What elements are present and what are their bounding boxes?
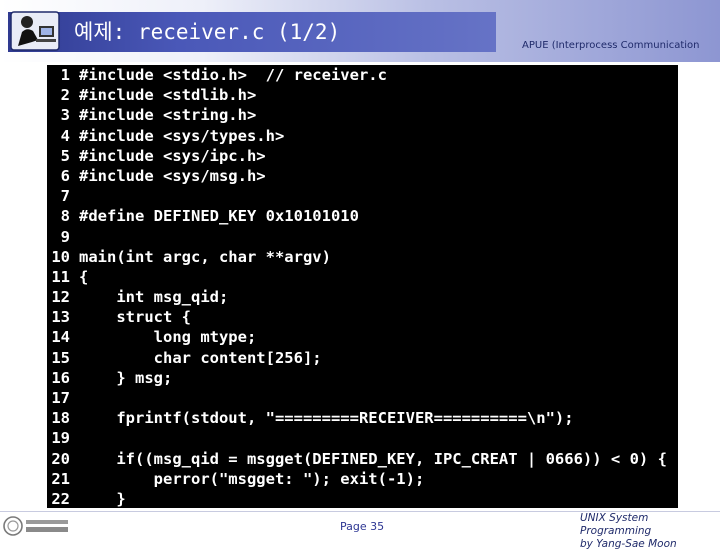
line-number: 3 — [60, 106, 70, 125]
line-number: 21 — [51, 469, 70, 488]
code-line: 4 #include <sys/types.h> — [47, 126, 678, 146]
code-text: } — [79, 489, 126, 508]
code-text: #include <string.h> — [79, 106, 257, 125]
code-line: 21 perror("msgget: "); exit(-1); — [47, 469, 678, 489]
code-text: #include <sys/ipc.h> — [79, 146, 266, 165]
code-text: #include <sys/types.h> — [79, 126, 285, 145]
university-logo — [3, 516, 68, 536]
code-line: 20 if((msg_qid = msgget(DEFINED_KEY, IPC… — [47, 449, 678, 469]
line-number: 15 — [51, 348, 70, 367]
line-number: 5 — [60, 146, 70, 165]
slide-title: 예제: receiver.c (1/2) — [74, 20, 341, 44]
code-line: 7 — [47, 186, 678, 206]
line-number: 13 — [51, 308, 70, 327]
code-line: 9 — [47, 227, 678, 247]
line-number: 22 — [51, 489, 70, 508]
code-line: 3 #include <string.h> — [47, 105, 678, 125]
line-number: 18 — [51, 409, 70, 428]
code-text: #include <stdio.h> // receiver.c — [79, 66, 387, 84]
line-number: 1 — [60, 66, 70, 84]
line-number: 9 — [60, 227, 70, 246]
code-text: } msg; — [79, 368, 173, 387]
line-number: 10 — [51, 247, 70, 266]
code-line: 2 #include <stdlib.h> — [47, 85, 678, 105]
line-number: 6 — [60, 166, 70, 185]
code-line: 13 struct { — [47, 307, 678, 327]
code-line: 12 int msg_qid; — [47, 287, 678, 307]
code-line: 16 } msg; — [47, 368, 678, 388]
line-number: 8 — [60, 207, 70, 226]
code-text: main(int argc, char **argv) — [79, 247, 331, 266]
code-line: 17 — [47, 388, 678, 408]
code-text: #include <sys/msg.h> — [79, 166, 266, 185]
code-text: long mtype; — [79, 328, 257, 347]
code-text: int msg_qid; — [79, 288, 229, 307]
code-text: if((msg_qid = msgget(DEFINED_KEY, IPC_CR… — [79, 449, 667, 468]
code-text: { — [79, 267, 89, 286]
header-caption: APUE (Interprocess Communication — [522, 40, 700, 51]
line-number: 14 — [51, 328, 70, 347]
code-line: 5 #include <sys/ipc.h> — [47, 146, 678, 166]
line-number: 11 — [51, 267, 70, 286]
code-line: 6 #include <sys/msg.h> — [47, 166, 678, 186]
page-number: Page 35 — [340, 520, 385, 533]
code-text: #define DEFINED_KEY 0x10101010 — [79, 207, 359, 226]
code-line: 15 char content[256]; — [47, 348, 678, 368]
code-line: 1 #include <stdio.h> // receiver.c — [47, 65, 678, 85]
footer-course: UNIX System Programming — [580, 512, 652, 537]
footer-credit: UNIX System Programming by Yang-Sae Moon — [580, 512, 720, 551]
person-at-computer-icon — [10, 11, 60, 51]
code-line: 10 main(int argc, char **argv) — [47, 247, 678, 267]
code-line: 19 — [47, 428, 678, 448]
code-line: 18 fprintf(stdout, "=========RECEIVER===… — [47, 408, 678, 428]
code-line: 8 #define DEFINED_KEY 0x10101010 — [47, 206, 678, 226]
line-number: 7 — [60, 187, 70, 206]
code-line: 14 long mtype; — [47, 327, 678, 347]
code-panel: 1 #include <stdio.h> // receiver.c 2 #inclu… — [47, 65, 678, 508]
line-number: 4 — [60, 126, 70, 145]
code-text: perror("msgget: "); exit(-1); — [79, 469, 425, 488]
code-text: fprintf(stdout, "=========RECEIVER======… — [79, 409, 574, 428]
code-text: #include <stdlib.h> — [79, 86, 257, 105]
line-number: 2 — [60, 86, 70, 105]
code-line: 11 { — [47, 267, 678, 287]
line-number: 17 — [51, 389, 70, 407]
line-number: 12 — [51, 288, 70, 307]
code-text: struct { — [79, 308, 191, 327]
line-number: 20 — [51, 449, 70, 468]
code-line: 22 } — [47, 489, 678, 508]
code-text: char content[256]; — [79, 348, 322, 367]
line-number: 19 — [51, 429, 70, 448]
line-number: 16 — [51, 368, 70, 387]
code-listing: 1 #include <stdio.h> // receiver.c 2 #inclu… — [47, 65, 678, 508]
